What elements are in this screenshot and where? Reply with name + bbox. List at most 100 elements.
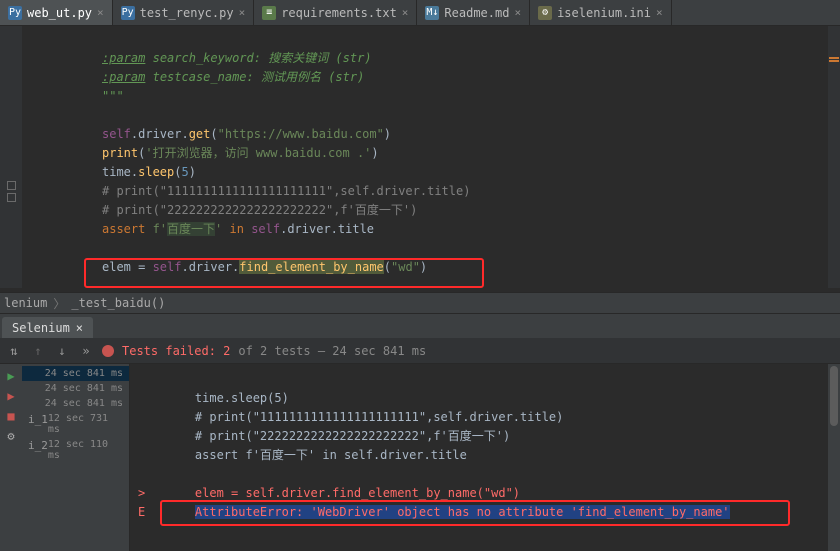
code-string: ' bbox=[215, 222, 229, 236]
code-kw: assert bbox=[102, 222, 153, 236]
more-icon[interactable]: » bbox=[78, 343, 94, 359]
output-margin bbox=[138, 427, 166, 446]
code-text: ) bbox=[189, 165, 196, 179]
test-tree: 24 sec 841 ms 24 sec 841 ms 24 sec 841 m… bbox=[22, 364, 130, 551]
down-arrow-icon[interactable]: ↓ bbox=[54, 343, 70, 359]
docstring-text: search_keyword: bbox=[153, 51, 261, 65]
panel-tab-label: Selenium bbox=[12, 321, 70, 335]
tab-test-renyc[interactable]: Py test_renyc.py × bbox=[113, 0, 255, 25]
test-toolbar: ⇅ ↑ ↓ » Tests failed: 2 of 2 tests – 24 … bbox=[0, 338, 840, 364]
tree-time: 24 sec 841 ms bbox=[45, 398, 123, 409]
code-comment: # print("1111111111111111111111",self.dr… bbox=[102, 184, 470, 198]
code-number: 5 bbox=[181, 165, 188, 179]
close-icon[interactable]: × bbox=[402, 6, 409, 19]
code-fn: sleep bbox=[138, 165, 174, 179]
code-string: f' bbox=[153, 222, 167, 236]
code-text: ) bbox=[371, 146, 378, 160]
breadcrumb: lenium 〉 _test_baidu() bbox=[0, 292, 840, 314]
scrollbar-thumb[interactable] bbox=[830, 366, 838, 426]
close-icon[interactable]: × bbox=[239, 6, 246, 19]
code-kw: in bbox=[230, 222, 252, 236]
run-panel-header: Selenium × bbox=[0, 314, 840, 338]
tab-label: requirements.txt bbox=[281, 6, 397, 20]
breadcrumb-segment[interactable]: lenium bbox=[4, 296, 47, 310]
test-tree-row[interactable]: 24 sec 841 ms bbox=[22, 366, 129, 381]
test-tree-row[interactable]: i_212 sec 110 ms bbox=[22, 437, 129, 463]
tab-label: Readme.md bbox=[444, 6, 509, 20]
fail-status-icon bbox=[102, 345, 114, 357]
tests-summary-label: of 2 tests – 24 sec 841 ms bbox=[238, 344, 426, 358]
code-fn: print bbox=[102, 146, 138, 160]
chevron-right-icon: 〉 bbox=[53, 295, 65, 312]
editor-minimap[interactable] bbox=[828, 26, 840, 288]
text-file-icon: ≡ bbox=[262, 6, 276, 20]
tab-iselenium-ini[interactable]: ⚙ iselenium.ini × bbox=[530, 0, 672, 25]
python-file-icon: Py bbox=[121, 6, 135, 20]
code-string: "https://www.baidu.com" bbox=[218, 127, 384, 141]
output-line: assert f'百度一下' in self.driver.title bbox=[195, 448, 467, 462]
ini-file-icon: ⚙ bbox=[538, 6, 552, 20]
output-scrollbar[interactable] bbox=[828, 364, 840, 551]
docstring-text: 测试用例名 (str) bbox=[261, 70, 364, 84]
breadcrumb-segment[interactable]: _test_baidu() bbox=[71, 296, 165, 310]
code-text: .driver. bbox=[131, 127, 189, 141]
annotation-highlight-box bbox=[160, 500, 790, 526]
tab-label: iselenium.ini bbox=[557, 6, 651, 20]
run-side-toolbar: ▶ ▶ ■ ⚙ bbox=[0, 364, 22, 551]
tab-requirements[interactable]: ≡ requirements.txt × bbox=[254, 0, 417, 25]
docstring-param-tag: :param bbox=[102, 70, 145, 84]
code-string: 百度一下 bbox=[167, 222, 215, 236]
tree-time: 24 sec 841 ms bbox=[45, 383, 123, 394]
docstring-text: testcase_name: bbox=[153, 70, 254, 84]
warning-tick-icon bbox=[829, 57, 839, 59]
warning-tick-icon bbox=[829, 60, 839, 62]
docstring-param-tag: :param bbox=[102, 51, 145, 65]
tree-label: i_2 bbox=[28, 439, 48, 461]
output-margin bbox=[138, 389, 166, 408]
markdown-file-icon: M↓ bbox=[425, 6, 439, 20]
rerun-failed-icon[interactable]: ▶ bbox=[3, 388, 19, 404]
tests-failed-label: Tests failed: 2 bbox=[122, 344, 230, 358]
close-icon[interactable]: × bbox=[97, 6, 104, 19]
code-text: ) bbox=[384, 127, 391, 141]
annotation-highlight-box bbox=[84, 258, 484, 288]
close-icon[interactable]: × bbox=[656, 6, 663, 19]
tab-web-ut[interactable]: Py web_ut.py × bbox=[0, 0, 113, 25]
python-file-icon: Py bbox=[8, 6, 22, 20]
filter-icon[interactable]: ⇅ bbox=[6, 343, 22, 359]
run-panel-tab[interactable]: Selenium × bbox=[2, 317, 93, 338]
tab-readme[interactable]: M↓ Readme.md × bbox=[417, 0, 530, 25]
test-tree-row[interactable]: i_112 sec 731 ms bbox=[22, 411, 129, 437]
editor-gutter bbox=[0, 26, 22, 288]
close-icon[interactable]: × bbox=[514, 6, 521, 19]
tree-time: 24 sec 841 ms bbox=[45, 368, 123, 379]
output-margin bbox=[138, 408, 166, 427]
rerun-icon[interactable]: ▶ bbox=[3, 368, 19, 384]
code-self: self bbox=[102, 127, 131, 141]
code-editor[interactable]: :param search_keyword: 搜索关键词 (str) :para… bbox=[22, 26, 822, 288]
code-text: time. bbox=[102, 165, 138, 179]
output-line: time.sleep(5) bbox=[195, 391, 289, 405]
close-icon[interactable]: × bbox=[76, 321, 83, 335]
test-tree-row[interactable]: 24 sec 841 ms bbox=[22, 381, 129, 396]
up-arrow-icon[interactable]: ↑ bbox=[30, 343, 46, 359]
fold-icon[interactable] bbox=[7, 193, 16, 202]
code-text: ( bbox=[210, 127, 217, 141]
output-line: # print("2222222222222222222222",f'百度一下'… bbox=[195, 429, 510, 443]
tree-time: 12 sec 731 ms bbox=[48, 413, 123, 435]
code-text: .driver.title bbox=[280, 222, 374, 236]
stop-icon[interactable]: ■ bbox=[3, 408, 19, 424]
test-tree-row[interactable]: 24 sec 841 ms bbox=[22, 396, 129, 411]
output-margin bbox=[138, 446, 166, 465]
tab-label: web_ut.py bbox=[27, 6, 92, 20]
docstring-end: """ bbox=[102, 89, 124, 103]
output-line: # print("1111111111111111111111",self.dr… bbox=[195, 410, 563, 424]
tree-label: i_1 bbox=[28, 413, 48, 435]
tab-label: test_renyc.py bbox=[140, 6, 234, 20]
editor-tabs: Py web_ut.py × Py test_renyc.py × ≡ requ… bbox=[0, 0, 840, 26]
fold-icon[interactable] bbox=[7, 181, 16, 190]
tree-time: 12 sec 110 ms bbox=[48, 439, 123, 461]
settings-icon[interactable]: ⚙ bbox=[3, 428, 19, 444]
docstring-text: 搜索关键词 (str) bbox=[268, 51, 371, 65]
code-string: '打开浏览器，访问 www.baidu.com .' bbox=[145, 146, 371, 160]
